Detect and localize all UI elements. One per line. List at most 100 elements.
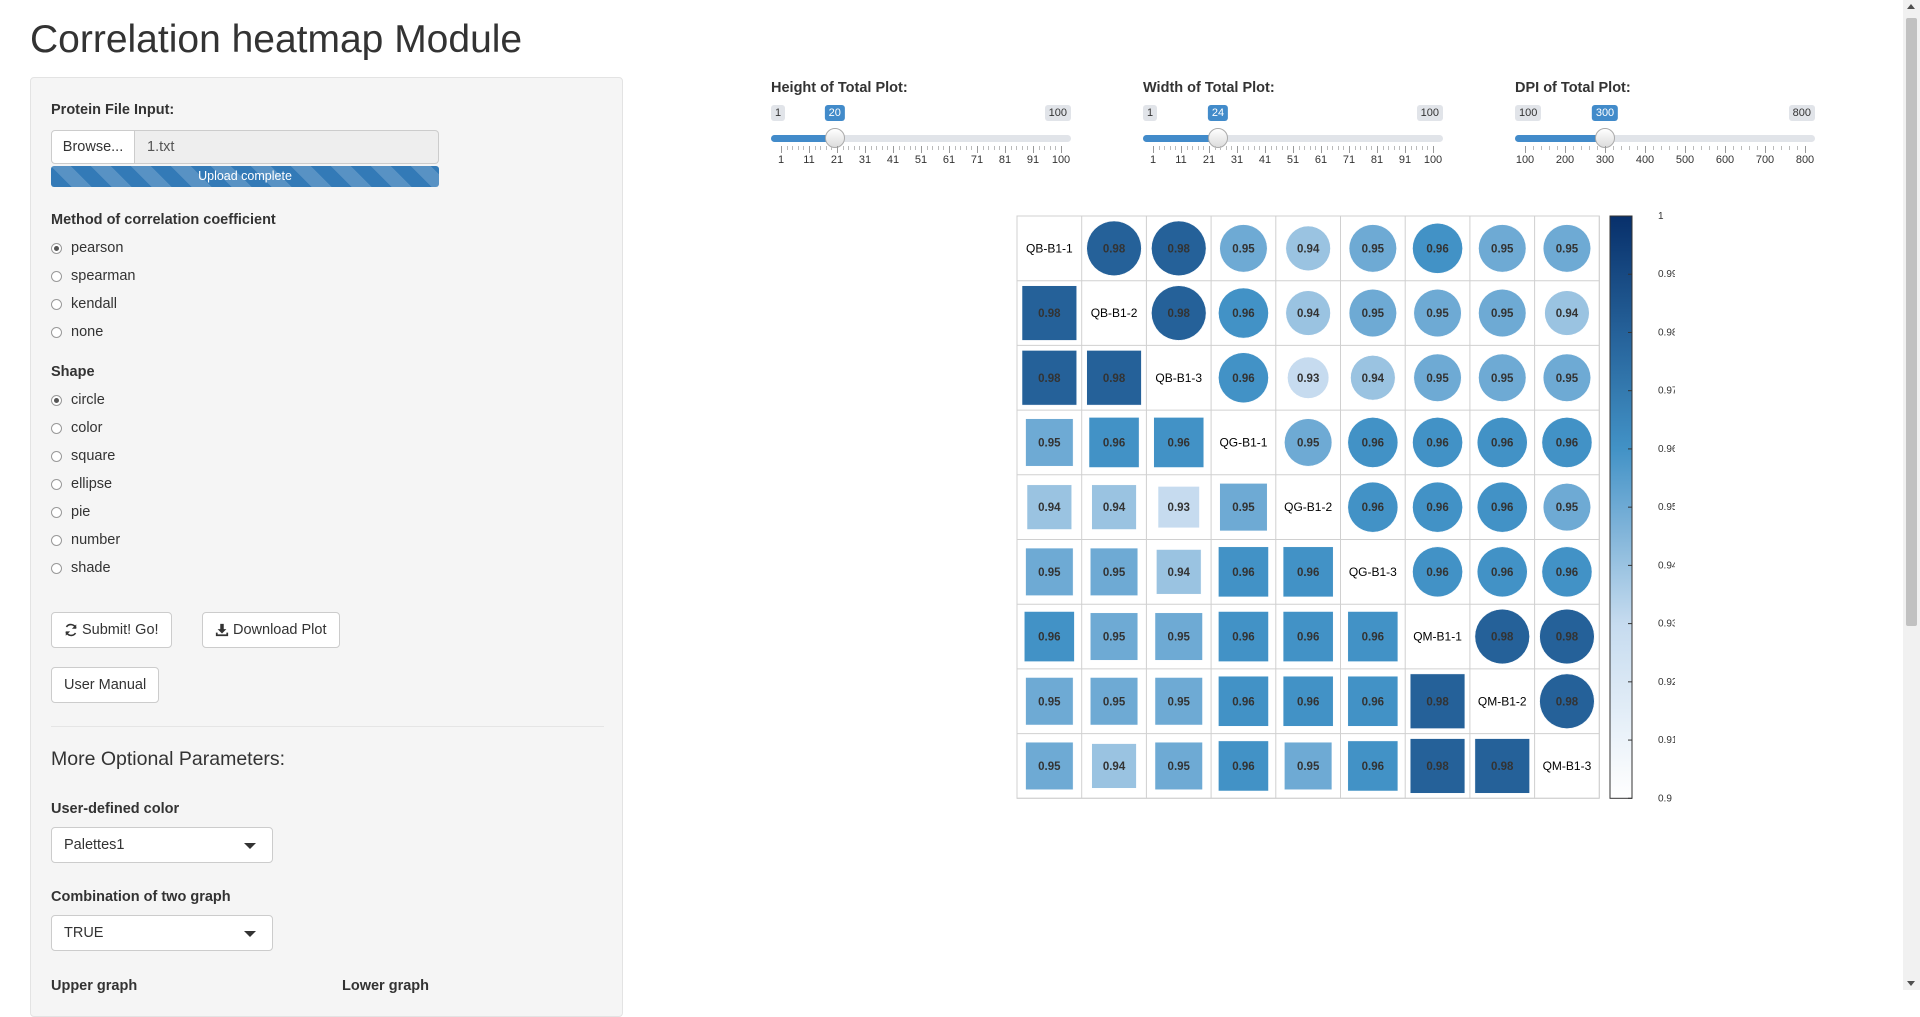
- radio-icon[interactable]: [51, 422, 62, 434]
- width-slider[interactable]: Width of Total Plot: 1 100 24 1 11 21 31 41 5…: [1143, 80, 1443, 170]
- radio-icon[interactable]: [51, 534, 62, 546]
- radio-icon[interactable]: [51, 450, 62, 462]
- correlation-value-label: 0.95: [1491, 243, 1514, 255]
- slider-minor-tick: [1049, 146, 1051, 150]
- colorbar-tick-label: 1: [1658, 211, 1664, 222]
- browse-button[interactable]: Browse...: [51, 130, 135, 164]
- slider-minor-tick: [876, 146, 878, 150]
- correlation-value-label: 0.98: [1556, 696, 1579, 708]
- slider-tick-label: 500: [1675, 154, 1695, 166]
- scrollbar-thumb[interactable]: [1906, 18, 1917, 626]
- file-name-field[interactable]: 1.txt: [135, 130, 439, 164]
- slider-handle[interactable]: [1208, 128, 1229, 148]
- colorbar-tick-label: 0.95: [1658, 502, 1675, 513]
- slider-minor-tick: [904, 146, 906, 150]
- radio-icon[interactable]: [51, 506, 62, 518]
- shape-option-label: number: [71, 532, 121, 548]
- radio-icon[interactable]: [51, 326, 62, 338]
- shape-option-label: pie: [71, 504, 91, 520]
- correlation-heatmap: QB-B1-1 0.98 0.98 0.95 0.94 0.95 0.96 0.95 0.95 0…: [1016, 211, 1675, 804]
- slider-minor-tick: [1298, 146, 1300, 150]
- radio-icon[interactable]: [51, 478, 62, 490]
- slider-tick-label: 71: [970, 154, 984, 166]
- shape-option-pie[interactable]: pie: [51, 498, 120, 526]
- slider-max-badge: 800: [1788, 105, 1815, 121]
- user-manual-button[interactable]: User Manual: [51, 667, 160, 703]
- slider-tick: [1605, 146, 1606, 153]
- shape-option-square[interactable]: square: [51, 442, 120, 470]
- slider-tick-label: 91: [1026, 154, 1040, 166]
- slider-minor-tick: [786, 146, 788, 150]
- radio-icon[interactable]: [51, 298, 62, 310]
- dpi-slider[interactable]: DPI of Total Plot: 100 800 300 100 200 300…: [1515, 80, 1815, 170]
- slider-tick: [865, 146, 866, 153]
- slider-tick-label: 41: [1258, 154, 1272, 166]
- user-color-select[interactable]: Palettes1: [51, 827, 273, 863]
- correlation-value-label: 0.95: [1038, 437, 1061, 449]
- slider-tick: [1805, 146, 1806, 153]
- upper-graph-label: Upper graph: [51, 978, 138, 994]
- shape-option-number[interactable]: number: [51, 526, 120, 554]
- slider-tick-label: 31: [1230, 154, 1244, 166]
- method-option-none[interactable]: none: [51, 318, 135, 346]
- optional-parameters-title: More Optional Parameters:: [51, 748, 286, 770]
- slider-minor-tick: [1365, 146, 1367, 150]
- slider-max-badge: 100: [1416, 105, 1443, 121]
- shape-option-circle[interactable]: circle: [51, 386, 120, 414]
- slider-minor-tick: [1621, 146, 1622, 150]
- method-option-kendall[interactable]: kendall: [51, 290, 135, 318]
- slider-tick: [1293, 146, 1294, 153]
- slider-minor-tick: [1677, 146, 1678, 150]
- shape-option-color[interactable]: color: [51, 414, 120, 442]
- slider-minor-tick: [792, 146, 794, 150]
- radio-checked-icon[interactable]: [51, 242, 62, 254]
- slider-handle[interactable]: [824, 128, 845, 148]
- file-input-label: Protein File Input:: [51, 102, 175, 118]
- slider-minor-tick: [1661, 146, 1662, 150]
- sidebar-panel: Protein File Input: Browse... 1.txt Uplo…: [30, 77, 623, 1017]
- slider-minor-tick: [1637, 146, 1638, 150]
- correlation-value-label: 0.98: [1556, 632, 1579, 644]
- slider-tick: [949, 146, 950, 153]
- slider-tick: [1321, 146, 1322, 153]
- shape-option-shade[interactable]: shade: [51, 554, 120, 582]
- scroll-down-arrow-icon[interactable]: [1907, 981, 1915, 986]
- download-plot-button[interactable]: Download Plot: [202, 612, 340, 648]
- radio-checked-icon[interactable]: [51, 394, 62, 406]
- method-option-label: kendall: [71, 296, 117, 312]
- slider-minor-tick: [982, 146, 984, 150]
- submit-button-label: Submit! Go!: [82, 622, 159, 638]
- colorbar-tick-label: 0.99: [1658, 269, 1675, 280]
- slider-tick: [921, 146, 922, 153]
- correlation-value-label: 0.95: [1168, 761, 1191, 773]
- slider-tick-label: 800: [1795, 154, 1815, 166]
- slider-minor-tick: [1192, 146, 1194, 150]
- vertical-scrollbar[interactable]: [1903, 0, 1920, 990]
- diagonal-label: QM-B1-2: [1478, 694, 1527, 708]
- slider-minor-tick: [1399, 146, 1401, 150]
- slider-minor-tick: [965, 146, 967, 150]
- correlation-value-label: 0.96: [1232, 567, 1254, 579]
- slider-minor-tick: [937, 146, 939, 150]
- diagonal-label: QB-B1-2: [1091, 306, 1138, 320]
- correlation-value-label: 0.96: [1362, 437, 1384, 449]
- combination-select[interactable]: TRUE: [51, 915, 273, 951]
- correlation-value-label: 0.94: [1297, 243, 1320, 255]
- slider-minor-tick: [1733, 146, 1734, 150]
- slider-minor-tick: [915, 146, 917, 150]
- slider-minor-tick: [859, 146, 861, 150]
- slider-minor-tick: [1281, 146, 1283, 150]
- slider-minor-tick: [1038, 146, 1040, 150]
- method-option-pearson[interactable]: pearson: [51, 234, 135, 262]
- slider-minor-tick: [848, 146, 850, 150]
- slider-handle[interactable]: [1595, 128, 1615, 148]
- slider-tick: [1349, 146, 1350, 153]
- method-option-spearman[interactable]: spearman: [51, 262, 135, 290]
- submit-button[interactable]: Submit! Go!: [51, 612, 172, 648]
- scroll-up-arrow-icon[interactable]: [1907, 4, 1915, 9]
- radio-icon[interactable]: [51, 270, 62, 282]
- slider-max-badge: 100: [1044, 105, 1071, 121]
- shape-option-ellipse[interactable]: ellipse: [51, 470, 120, 498]
- height-slider[interactable]: Height of Total Plot: 1 100 20 1 11 21 31 41…: [771, 80, 1071, 170]
- radio-icon[interactable]: [51, 562, 62, 574]
